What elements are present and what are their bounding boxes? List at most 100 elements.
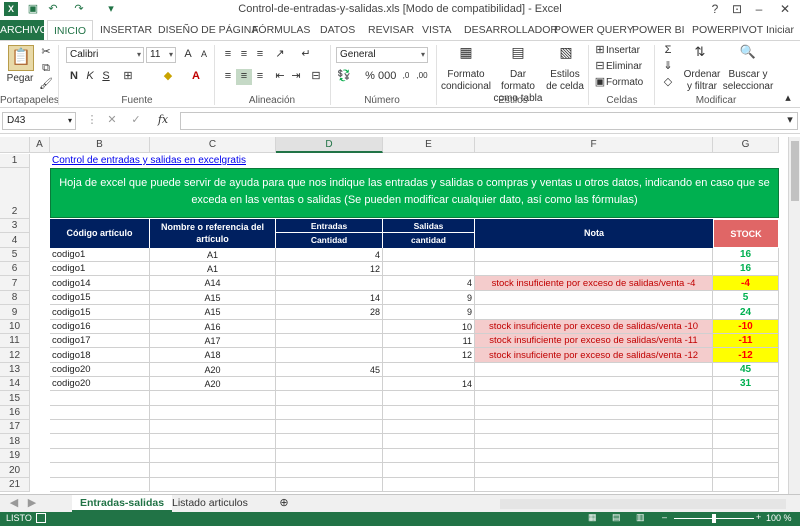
empty-cell[interactable] — [276, 478, 383, 492]
autosum-icon[interactable]: Σ — [660, 43, 676, 59]
wrap-text-icon[interactable]: ↵ — [298, 47, 314, 63]
normal-view-icon[interactable]: ▦ — [588, 512, 597, 523]
empty-cell[interactable] — [276, 391, 383, 406]
find-select-button[interactable]: Buscar y seleccionar — [722, 69, 774, 93]
cell-stock[interactable]: 45 — [713, 363, 779, 377]
cell-ref[interactable]: A17 — [150, 334, 276, 348]
empty-cell[interactable] — [50, 406, 150, 420]
tab-powerpivot[interactable]: POWERPIVOT — [686, 20, 769, 40]
cell-codigo[interactable]: codigo17 — [50, 334, 150, 348]
empty-cell[interactable] — [475, 478, 713, 492]
zoom-level[interactable]: 100 % — [766, 513, 792, 523]
cell-ref[interactable]: A18 — [150, 348, 276, 363]
cell-ref[interactable]: A16 — [150, 320, 276, 334]
sort-filter-button[interactable]: Ordenar y filtrar — [680, 69, 724, 93]
empty-cell[interactable] — [150, 463, 276, 478]
empty-cell[interactable] — [713, 478, 779, 492]
scroll-thumb[interactable] — [791, 141, 799, 201]
cell-stock[interactable]: -12 — [713, 348, 779, 363]
empty-cell[interactable] — [713, 434, 779, 449]
cell-nota[interactable] — [475, 305, 713, 320]
horizontal-scrollbar[interactable] — [500, 499, 786, 509]
cell-codigo[interactable]: codigo20 — [50, 377, 150, 391]
empty-cell[interactable] — [383, 449, 475, 463]
expand-formula-icon[interactable]: ▾ — [782, 113, 798, 129]
paste-button[interactable]: Pegar — [4, 73, 36, 85]
find-select-icon[interactable]: 🔍 — [738, 45, 758, 65]
cell-entradas[interactable] — [276, 348, 383, 363]
sheet-tab-listado-articulos[interactable]: Listado articulos — [164, 495, 256, 512]
insert-cells-button[interactable]: Insertar — [606, 45, 646, 57]
cell-nota[interactable] — [475, 248, 713, 262]
cell-entradas[interactable] — [276, 334, 383, 348]
next-sheet-icon[interactable]: ▶ — [24, 496, 40, 512]
cell-entradas[interactable]: 45 — [276, 363, 383, 377]
empty-cell[interactable] — [713, 449, 779, 463]
format-as-table-icon[interactable]: ▤ — [508, 45, 528, 65]
empty-cell[interactable] — [713, 406, 779, 420]
cell-styles-button[interactable]: Estilos de celda — [544, 69, 586, 93]
row-header[interactable]: 19 — [0, 449, 30, 463]
empty-cell[interactable] — [276, 406, 383, 420]
empty-cell[interactable] — [383, 391, 475, 406]
format-painter-icon[interactable]: 🖌 — [38, 77, 54, 93]
cell-ref[interactable]: A14 — [150, 276, 276, 291]
row-header[interactable]: 4 — [0, 233, 30, 248]
row-header[interactable]: 1 — [0, 154, 30, 168]
empty-cell[interactable] — [50, 449, 150, 463]
formula-input[interactable] — [180, 112, 798, 130]
empty-cell[interactable] — [713, 420, 779, 434]
cell-nota[interactable] — [475, 377, 713, 391]
column-header-b[interactable]: B — [50, 137, 150, 153]
number-format-combo[interactable]: General ▾ — [336, 47, 428, 63]
cell-ref[interactable]: A15 — [150, 291, 276, 305]
empty-cell[interactable] — [475, 406, 713, 420]
cell-entradas[interactable] — [276, 276, 383, 291]
empty-cell[interactable] — [50, 391, 150, 406]
empty-cell[interactable] — [383, 420, 475, 434]
cell-styles-icon[interactable]: ▧ — [556, 45, 576, 65]
cell-entradas[interactable]: 12 — [276, 262, 383, 276]
empty-cell[interactable] — [150, 449, 276, 463]
row-header[interactable]: 13 — [0, 363, 30, 377]
ribbon-display-icon[interactable]: ⊡ — [726, 1, 748, 17]
decrease-decimal-icon[interactable]: ,00 — [414, 69, 430, 85]
minimize-icon[interactable]: – — [748, 1, 770, 17]
accounting-format-icon[interactable]: 💱 — [336, 69, 352, 85]
cell-codigo[interactable]: codigo14 — [50, 276, 150, 291]
select-all-corner[interactable] — [0, 137, 30, 153]
cell-ref[interactable]: A15 — [150, 305, 276, 320]
empty-cell[interactable] — [276, 449, 383, 463]
page-break-icon[interactable]: ▥ — [636, 512, 645, 523]
cell-codigo[interactable]: codigo16 — [50, 320, 150, 334]
sheet-tab-entradas-salidas[interactable]: Entradas-salidas — [72, 495, 173, 512]
cell-salidas[interactable]: 12 — [383, 348, 475, 363]
tab-vista[interactable]: VISTA — [416, 20, 458, 40]
empty-cell[interactable] — [383, 478, 475, 492]
empty-cell[interactable] — [383, 406, 475, 420]
macro-record-icon[interactable] — [36, 513, 46, 523]
cell-nota[interactable]: stock insuficiente por exceso de salidas… — [475, 348, 713, 363]
row-header[interactable]: 21 — [0, 478, 30, 492]
column-header-a[interactable]: A — [30, 137, 50, 153]
zoom-out-icon[interactable]: – — [662, 512, 667, 522]
percent-icon[interactable]: % — [362, 69, 378, 85]
tab-insertar[interactable]: INSERTAR — [94, 20, 158, 40]
cell-stock[interactable]: -10 — [713, 320, 779, 334]
row-header[interactable]: 7 — [0, 276, 30, 291]
cell-stock[interactable]: 16 — [713, 248, 779, 262]
align-left-icon[interactable]: ≡ — [220, 69, 236, 85]
tab-formulas[interactable]: FÓRMULAS — [246, 20, 316, 40]
cell-salidas[interactable]: 11 — [383, 334, 475, 348]
cell-salidas[interactable]: 10 — [383, 320, 475, 334]
cell-stock[interactable]: -4 — [713, 276, 779, 291]
row-header[interactable]: 8 — [0, 291, 30, 305]
empty-cell[interactable] — [50, 434, 150, 449]
paste-icon[interactable]: 📋 — [8, 45, 34, 71]
close-icon[interactable]: ✕ — [774, 1, 796, 17]
new-sheet-icon[interactable]: ⊕ — [276, 496, 292, 512]
empty-cell[interactable] — [713, 391, 779, 406]
row-header[interactable]: 5 — [0, 248, 30, 262]
column-header-g[interactable]: G — [713, 137, 779, 153]
cell-salidas[interactable] — [383, 363, 475, 377]
